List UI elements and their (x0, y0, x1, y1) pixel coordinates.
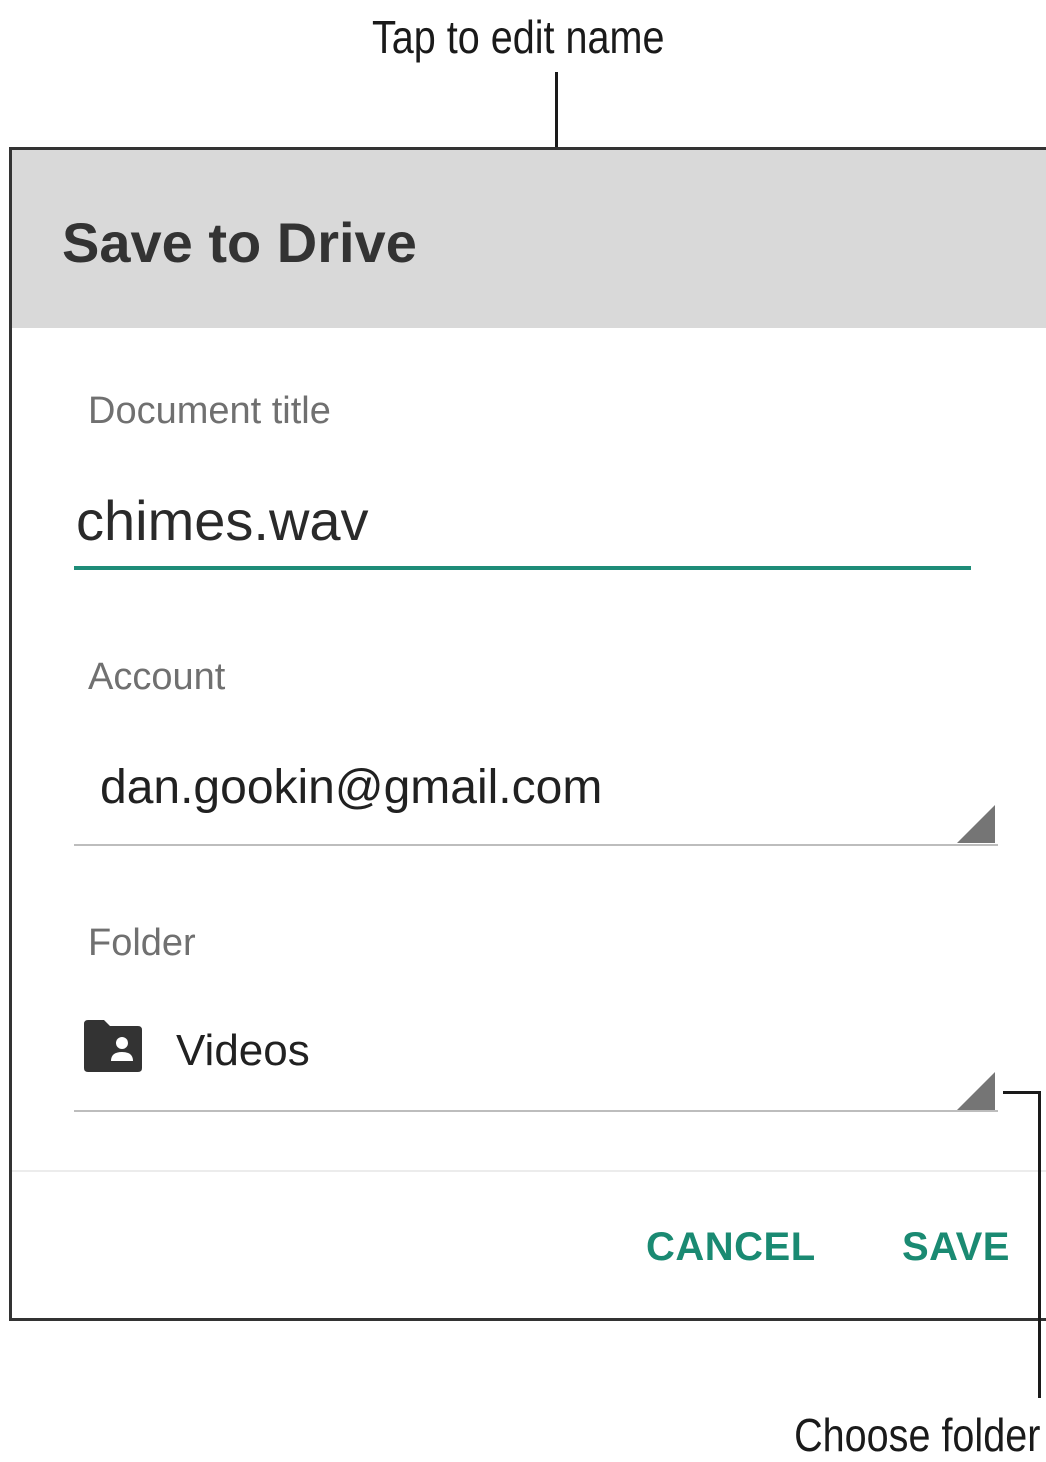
callout-leader-horizontal-bottom (1003, 1091, 1041, 1094)
account-dropdown-arrow-icon (957, 805, 995, 843)
folder-underline (74, 1110, 998, 1112)
cancel-button[interactable]: CANCEL (646, 1225, 816, 1270)
account-underline (74, 844, 998, 846)
save-button[interactable]: SAVE (902, 1225, 1010, 1270)
footer-divider (12, 1170, 1046, 1172)
document-title-underline (74, 566, 971, 570)
account-label: Account (88, 656, 226, 698)
document-title-input[interactable]: chimes.wav (76, 488, 369, 553)
dialog-title: Save to Drive (62, 211, 417, 274)
account-value: dan.gookin@gmail.com (100, 761, 603, 814)
save-to-drive-dialog: Save to Drive Document title chimes.wav … (9, 147, 1046, 1321)
document-title-label: Document title (88, 390, 331, 432)
folder-spinner[interactable]: Videos (74, 1000, 998, 1112)
account-spinner[interactable]: dan.gookin@gmail.com (74, 740, 998, 850)
folder-label: Folder (88, 922, 196, 964)
callout-choose-folder: Choose folder (793, 1409, 1040, 1461)
folder-dropdown-arrow-icon (957, 1072, 995, 1110)
callout-tap-to-edit-name: Tap to edit name (372, 11, 665, 63)
shared-folder-icon (84, 1020, 142, 1072)
dialog-header: Save to Drive (12, 150, 1046, 328)
folder-value: Videos (176, 1026, 310, 1075)
callout-leader-vertical-bottom (1038, 1091, 1041, 1398)
